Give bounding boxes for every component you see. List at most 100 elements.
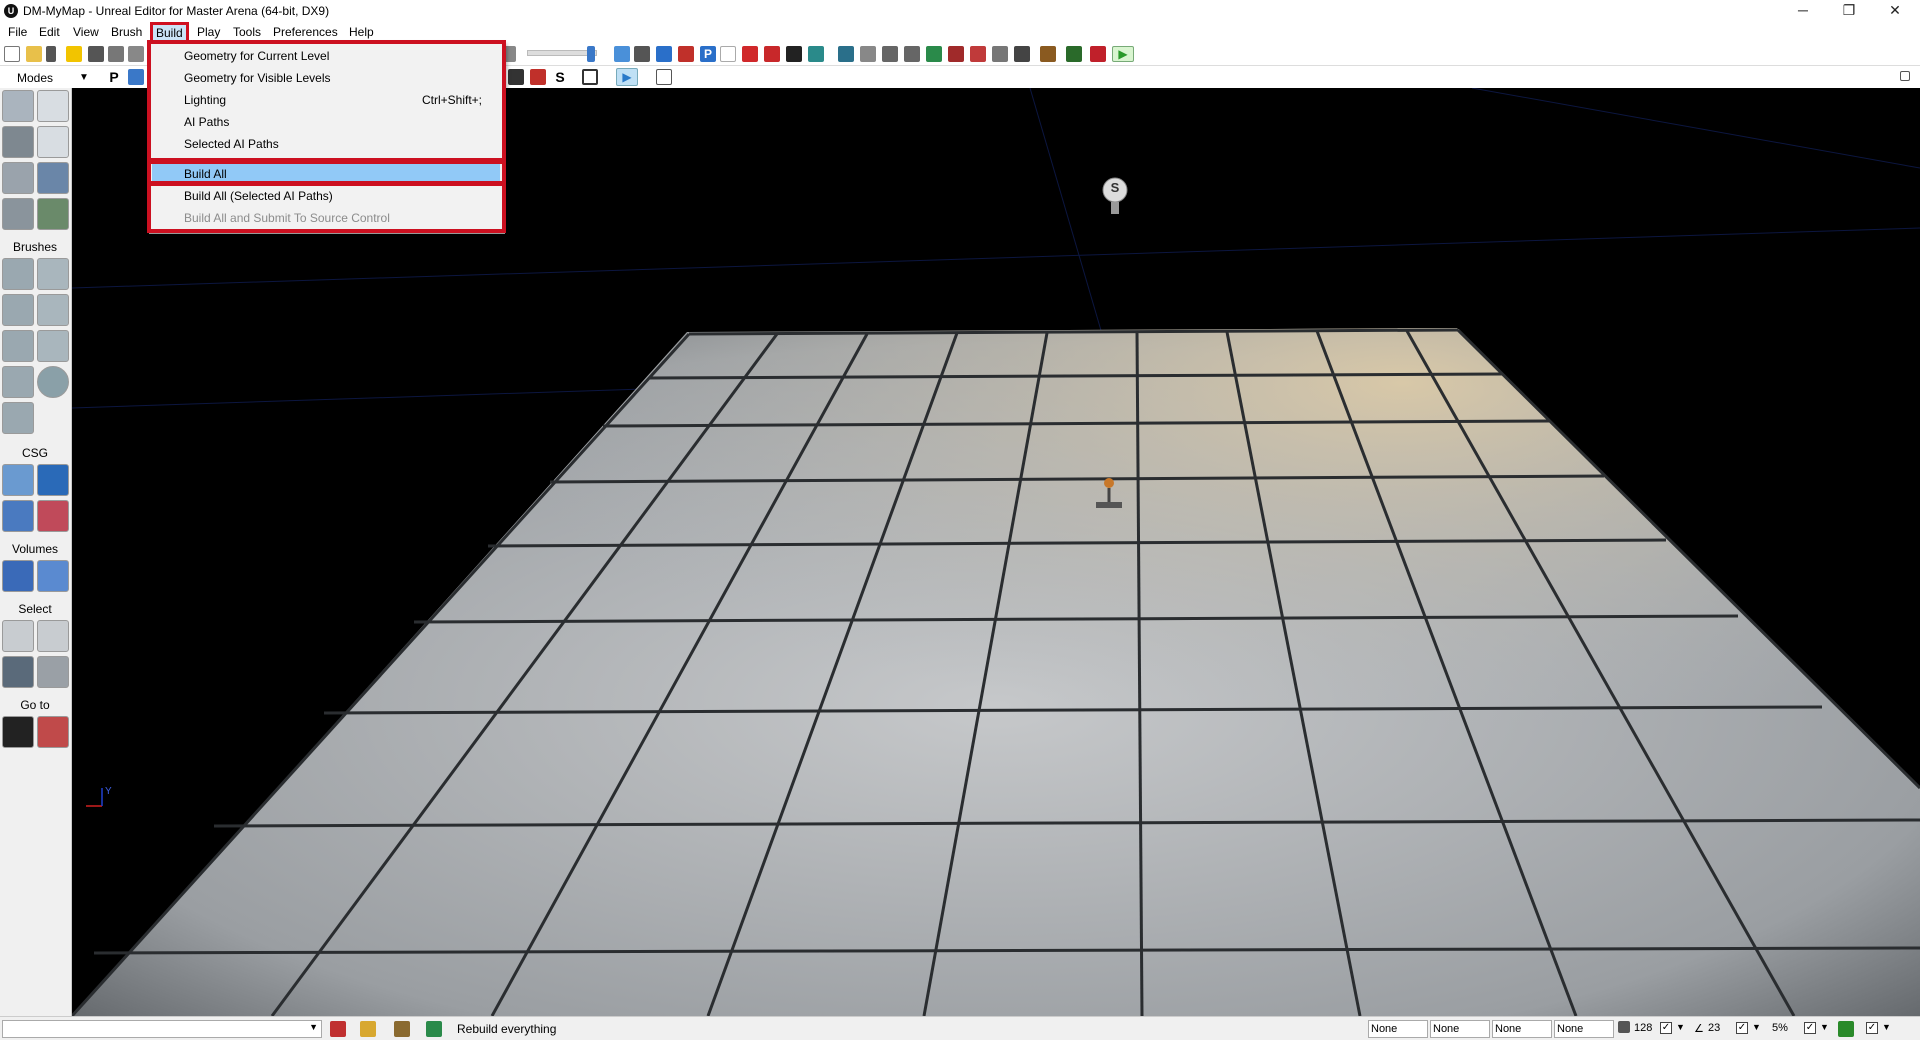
goto-actor-icon[interactable] (2, 716, 34, 748)
drag-checkbox[interactable]: ✓ (1866, 1022, 1878, 1034)
light-icon[interactable] (860, 46, 876, 62)
menu-help[interactable]: Help (347, 24, 376, 42)
csg-deintersect-icon[interactable] (37, 500, 69, 532)
menu-item-build-all[interactable]: Build All (152, 163, 500, 185)
realtime-play-icon[interactable]: ▶ (616, 68, 638, 86)
grid-dropdown-icon[interactable]: ▼ (1676, 1022, 1685, 1032)
maximize-button[interactable]: ❐ (1826, 0, 1872, 22)
sound-icon[interactable] (948, 46, 964, 62)
volume-type-icon[interactable] (37, 560, 69, 592)
spiral-stairs-icon[interactable] (2, 366, 34, 398)
new-icon[interactable] (4, 46, 20, 62)
restore-viewport-icon[interactable] (656, 69, 672, 85)
menu-item-geometry-current-level[interactable]: Geometry for Current Level (152, 45, 500, 67)
volume-icon[interactable] (2, 560, 34, 592)
grid-icon[interactable] (634, 46, 650, 62)
show-selected-icon[interactable] (2, 620, 34, 652)
linear-stairs-icon[interactable] (2, 330, 34, 362)
arrow-down-icon[interactable] (742, 46, 758, 62)
invert-selection-icon[interactable] (2, 656, 34, 688)
kismet-icon[interactable] (992, 46, 1008, 62)
snap-icon[interactable] (656, 46, 672, 62)
matinee-icon[interactable] (1014, 46, 1030, 62)
rotation-dropdown-icon[interactable]: ▼ (1752, 1022, 1761, 1032)
save-all-icon[interactable] (108, 46, 124, 62)
menu-brush[interactable]: Brush (109, 24, 144, 42)
status-field-4[interactable]: None (1554, 1020, 1614, 1038)
camera-mode-icon[interactable] (2, 90, 34, 122)
actor-tool-icon[interactable] (530, 69, 546, 85)
menu-play[interactable]: Play (195, 24, 222, 42)
status-field-1[interactable]: None (1368, 1020, 1428, 1038)
open-icon[interactable] (26, 46, 42, 62)
mesh-paint-icon[interactable] (37, 162, 69, 194)
open-dropdown-icon[interactable] (46, 46, 56, 62)
grid-snap-checkbox[interactable]: ✓ (1660, 1022, 1672, 1034)
cylinder-icon[interactable] (37, 294, 69, 326)
material-icon[interactable] (808, 46, 824, 62)
texture-icon[interactable] (786, 46, 802, 62)
snap-s-icon[interactable]: S (552, 69, 568, 85)
menu-item-build-all-selected-ai-paths[interactable]: Build All (Selected AI Paths) (152, 185, 500, 207)
paths-icon[interactable]: P (700, 46, 716, 62)
close-button[interactable]: ✕ (1872, 0, 1918, 22)
play-in-viewport-icon[interactable] (1066, 46, 1082, 62)
goto-builder-brush-icon[interactable] (37, 716, 69, 748)
status-field-2[interactable]: None (1430, 1020, 1490, 1038)
user-icon[interactable] (128, 69, 144, 85)
menu-edit[interactable]: Edit (37, 24, 62, 42)
sphere-icon[interactable] (37, 366, 69, 398)
modes-dropdown-icon[interactable]: ▼ (76, 70, 92, 86)
save-icon[interactable] (88, 46, 104, 62)
drag-grid-icon[interactable] (330, 1021, 346, 1037)
realtime-icon[interactable] (614, 46, 630, 62)
viewport-icon[interactable] (582, 69, 598, 85)
lock-icon[interactable] (360, 1021, 376, 1037)
tree-icon[interactable] (37, 198, 69, 230)
hide-selected-icon[interactable] (37, 620, 69, 652)
menu-item-lighting[interactable]: Lighting Ctrl+Shift+; (152, 89, 500, 111)
menu-file[interactable]: File (6, 24, 29, 42)
move-icon[interactable] (37, 126, 69, 158)
terrain-icon[interactable] (2, 126, 34, 158)
csg-subtract-icon[interactable] (37, 464, 69, 496)
menu-view[interactable]: View (71, 24, 101, 42)
csg-add-icon[interactable] (2, 464, 34, 496)
status-field-3[interactable]: None (1492, 1020, 1552, 1038)
rotate-icon[interactable] (904, 46, 920, 62)
shield-icon[interactable] (838, 46, 854, 62)
console-icon[interactable] (1090, 46, 1106, 62)
menu-preferences[interactable]: Preferences (271, 24, 340, 42)
menu-build[interactable]: Build (150, 22, 189, 44)
geometry-mode-icon[interactable] (37, 90, 69, 122)
texture-align-icon[interactable] (2, 162, 34, 194)
menu-item-ai-paths[interactable]: AI Paths (152, 111, 500, 133)
status-check-icon[interactable] (426, 1021, 442, 1037)
play-icon[interactable]: ▶ (1112, 46, 1134, 62)
sheet-icon[interactable] (37, 330, 69, 362)
cone-icon[interactable] (37, 258, 69, 290)
actor-icon[interactable] (970, 46, 986, 62)
scale-icon[interactable] (882, 46, 898, 62)
menu-item-selected-ai-paths[interactable]: Selected AI Paths (152, 133, 500, 155)
menu-item-geometry-visible-levels[interactable]: Geometry for Visible Levels (152, 67, 500, 89)
cloud-icon[interactable] (926, 46, 942, 62)
minimize-button[interactable]: ─ (1780, 0, 1826, 22)
cube-icon[interactable] (2, 258, 34, 290)
player-icon[interactable] (508, 69, 524, 85)
toolbar-p-button[interactable]: P (106, 69, 122, 85)
command-combo[interactable]: ▼ (2, 1020, 322, 1038)
stairs-icon[interactable] (2, 294, 34, 326)
save-as-icon[interactable] (128, 46, 144, 62)
landscape-icon[interactable] (2, 198, 34, 230)
csg-intersect-icon[interactable] (2, 500, 34, 532)
drag-dropdown-icon[interactable]: ▼ (1882, 1022, 1891, 1032)
menu-tools[interactable]: Tools (231, 24, 263, 42)
autosave-icon[interactable] (1838, 1021, 1854, 1037)
scale-snap-checkbox[interactable]: ✓ (1804, 1022, 1816, 1034)
favorites-icon[interactable] (66, 46, 82, 62)
show-all-icon[interactable] (37, 656, 69, 688)
pause-icon[interactable] (678, 46, 694, 62)
slider-thumb-icon[interactable] (587, 46, 595, 62)
star-icon[interactable] (720, 46, 736, 62)
